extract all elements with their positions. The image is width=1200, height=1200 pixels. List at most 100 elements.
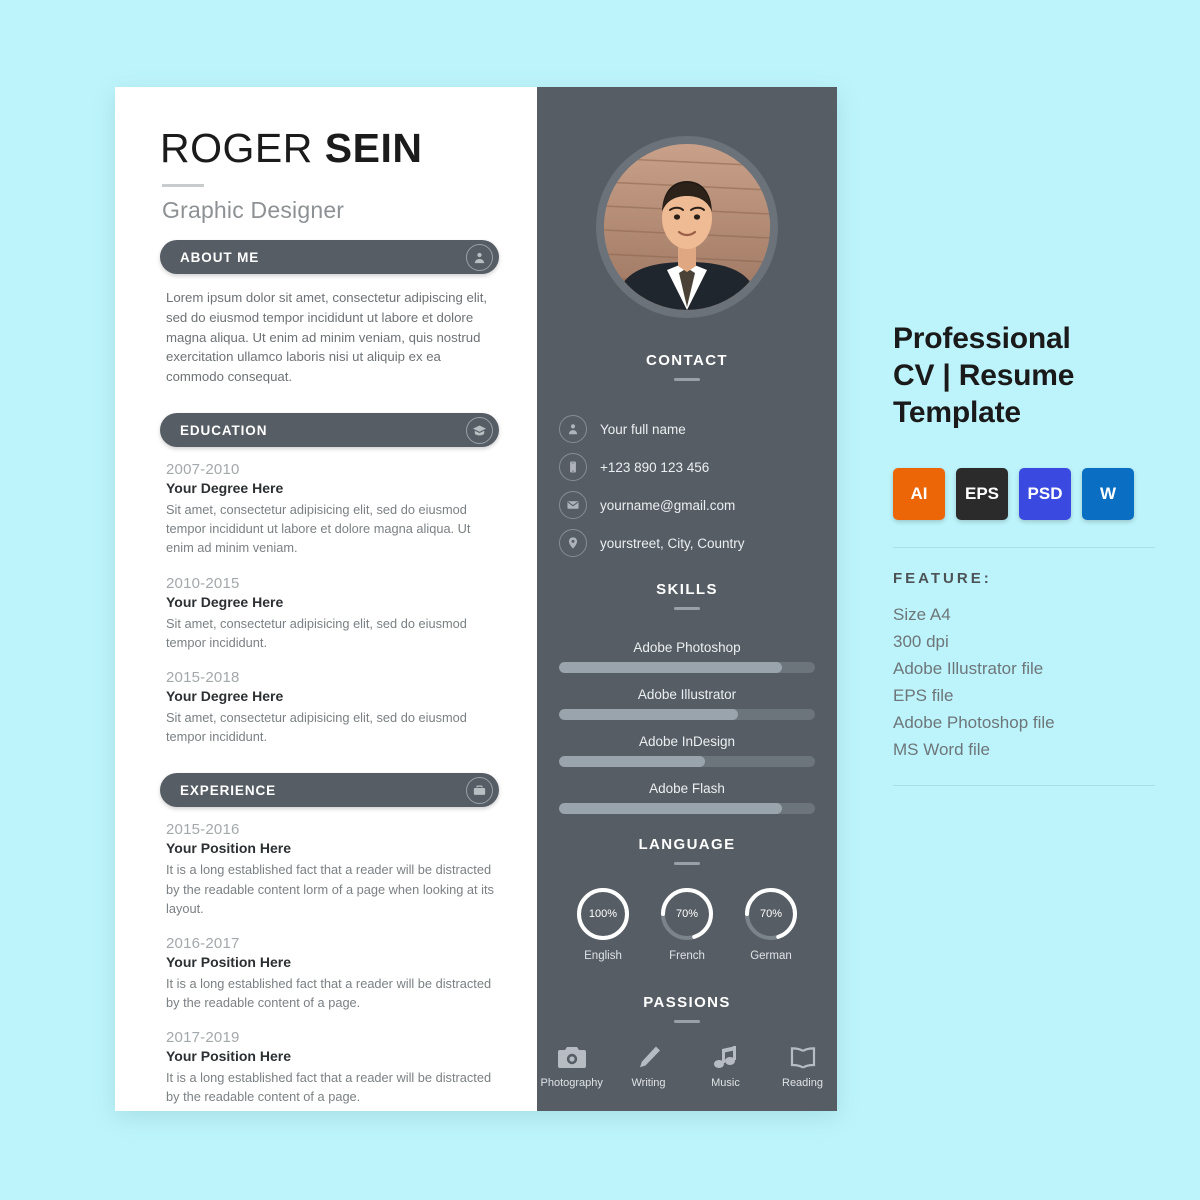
contact-phone: +123 890 123 456 xyxy=(600,459,710,475)
contact-heading: CONTACT xyxy=(645,352,728,369)
progress-ring: 100% xyxy=(574,885,632,943)
promo-title-line: Template xyxy=(893,396,1021,430)
passion-item: Reading xyxy=(772,1045,834,1089)
entry-title: Your Degree Here xyxy=(166,593,284,610)
graduation-cap-icon xyxy=(466,416,493,444)
experience-entry: 2017-2019 Your Position Here It is a lon… xyxy=(166,1029,499,1106)
avatar-frame xyxy=(596,136,778,318)
skills-list: Adobe Photoshop Adobe Illustrator Adobe … xyxy=(537,640,837,814)
feature-item: Adobe Illustrator file xyxy=(893,658,1044,678)
entry-description: Sit amet, consectetur adipisicing elit, … xyxy=(166,709,467,745)
contact-name: Your full name xyxy=(600,421,686,437)
education-entry: 2007-2010 Your Degree Here Sit amet, con… xyxy=(166,461,499,558)
skill-label: Adobe InDesign xyxy=(638,734,736,749)
experience-entry: 2016-2017 Your Position Here It is a lon… xyxy=(166,935,499,1012)
language-list: 100% English 70% French 70% German xyxy=(537,885,837,962)
format-badge-eps[interactable]: EPS xyxy=(956,467,1008,520)
education-entry-list: 2007-2010 Your Degree Here Sit amet, con… xyxy=(160,461,499,746)
format-badge-word[interactable]: W xyxy=(1082,467,1134,520)
passions-list: Photography Writing Music Reading xyxy=(537,1045,837,1089)
name-underline xyxy=(162,184,204,188)
name-first: ROGER xyxy=(160,125,325,171)
entry-date: 2016-2017 xyxy=(166,934,240,952)
skills-heading: SKILLS xyxy=(656,581,718,598)
heading-underline xyxy=(674,378,700,381)
language-item: 100% English xyxy=(572,885,634,962)
about-me-text: Lorem ipsum dolor sit amet, consectetur … xyxy=(166,290,488,385)
skill-progress-fill xyxy=(559,662,782,673)
language-label: German xyxy=(750,950,792,962)
envelope-icon xyxy=(559,491,587,519)
contact-section: CONTACT Your full name +123 890 123 456 xyxy=(537,352,837,557)
entry-description: It is a long established fact that a rea… xyxy=(166,862,494,916)
divider-bottom xyxy=(893,784,1155,786)
skill-label: Adobe Illustrator xyxy=(637,687,737,702)
passion-label: Reading xyxy=(782,1077,823,1089)
experience-entry: 2015-2016 Your Position Here It is a lon… xyxy=(166,821,499,918)
skills-section: SKILLS Adobe Photoshop Adobe Illustrator xyxy=(537,581,837,814)
entry-description: Sit amet, consectetur adipisicing elit, … xyxy=(166,502,471,556)
format-badge-psd[interactable]: PSD xyxy=(1019,467,1071,520)
skill-progress-track xyxy=(559,709,815,720)
entry-date: 2010-2015 xyxy=(166,574,240,592)
contact-list: Your full name +123 890 123 456 yourname… xyxy=(537,415,837,557)
contact-row[interactable]: +123 890 123 456 xyxy=(559,453,837,481)
divider-top xyxy=(893,546,1155,548)
skill-item: Adobe InDesign xyxy=(559,734,815,767)
feature-item: MS Word file xyxy=(893,739,990,759)
skill-label: Adobe Flash xyxy=(649,781,725,796)
progress-ring: 70% xyxy=(742,885,800,943)
skill-item: Adobe Photoshop xyxy=(559,640,815,673)
experience-entry-list: 2015-2016 Your Position Here It is a lon… xyxy=(160,821,499,1106)
language-label: English xyxy=(584,950,622,962)
language-value: 100% xyxy=(588,908,618,920)
contact-row[interactable]: yourstreet, City, Country xyxy=(559,529,837,557)
skill-progress-track xyxy=(559,803,815,814)
pencil-icon xyxy=(618,1045,680,1071)
skill-item: Adobe Illustrator xyxy=(559,687,815,720)
passion-label: Photography xyxy=(540,1077,603,1089)
entry-title: Your Position Here xyxy=(166,953,291,970)
passion-item: Music xyxy=(695,1045,757,1089)
contact-email: yourname@gmail.com xyxy=(600,497,736,513)
language-value: 70% xyxy=(759,908,783,920)
promo-title: Professional CV | Resume Template xyxy=(893,320,1155,432)
feature-item: Size A4 xyxy=(893,604,951,624)
language-item: 70% German xyxy=(740,885,802,962)
format-badge-ai[interactable]: AI xyxy=(893,467,945,520)
job-title: Graphic Designer xyxy=(162,197,345,224)
feature-heading: FEATURE: xyxy=(893,569,992,587)
entry-title: Your Position Here xyxy=(166,840,291,857)
format-badge-list: AI EPS PSD W xyxy=(893,467,1155,520)
education-entry: 2015-2018 Your Degree Here Sit amet, con… xyxy=(166,669,499,746)
contact-row[interactable]: yourname@gmail.com xyxy=(559,491,837,519)
person-icon xyxy=(559,415,587,443)
heading-underline xyxy=(674,1020,700,1023)
feature-item: EPS file xyxy=(893,685,954,705)
entry-title: Your Degree Here xyxy=(166,687,284,704)
feature-item: Adobe Photoshop file xyxy=(893,712,1055,732)
contact-row[interactable]: Your full name xyxy=(559,415,837,443)
cv-left-column: ROGER SEIN Graphic Designer ABOUT ME Lor… xyxy=(115,87,537,1111)
avatar xyxy=(604,144,770,310)
heading-underline xyxy=(674,607,700,610)
poster-canvas: ROGER SEIN Graphic Designer ABOUT ME Lor… xyxy=(0,0,1200,1200)
passions-section: PASSIONS Photography Writing Music Readi… xyxy=(537,994,837,1089)
entry-title: Your Position Here xyxy=(166,1048,291,1065)
phone-icon xyxy=(559,453,587,481)
entry-title: Your Degree Here xyxy=(166,480,284,497)
progress-ring: 70% xyxy=(658,885,716,943)
entry-date: 2007-2010 xyxy=(166,461,240,479)
language-item: 70% French xyxy=(656,885,718,962)
location-pin-icon xyxy=(559,529,587,557)
about-me-label: ABOUT ME xyxy=(180,249,260,265)
language-value: 70% xyxy=(675,908,699,920)
entry-description: Sit amet, consectetur adipisicing elit, … xyxy=(166,615,467,650)
passion-item: Photography xyxy=(541,1045,603,1089)
language-heading: LANGUAGE xyxy=(638,836,736,853)
skill-progress-fill xyxy=(559,803,782,814)
feature-list: Size A4 300 dpi Adobe Illustrator file E… xyxy=(893,601,1155,763)
section-header-experience: EXPERIENCE xyxy=(160,773,499,808)
contact-address: yourstreet, City, Country xyxy=(600,535,745,551)
